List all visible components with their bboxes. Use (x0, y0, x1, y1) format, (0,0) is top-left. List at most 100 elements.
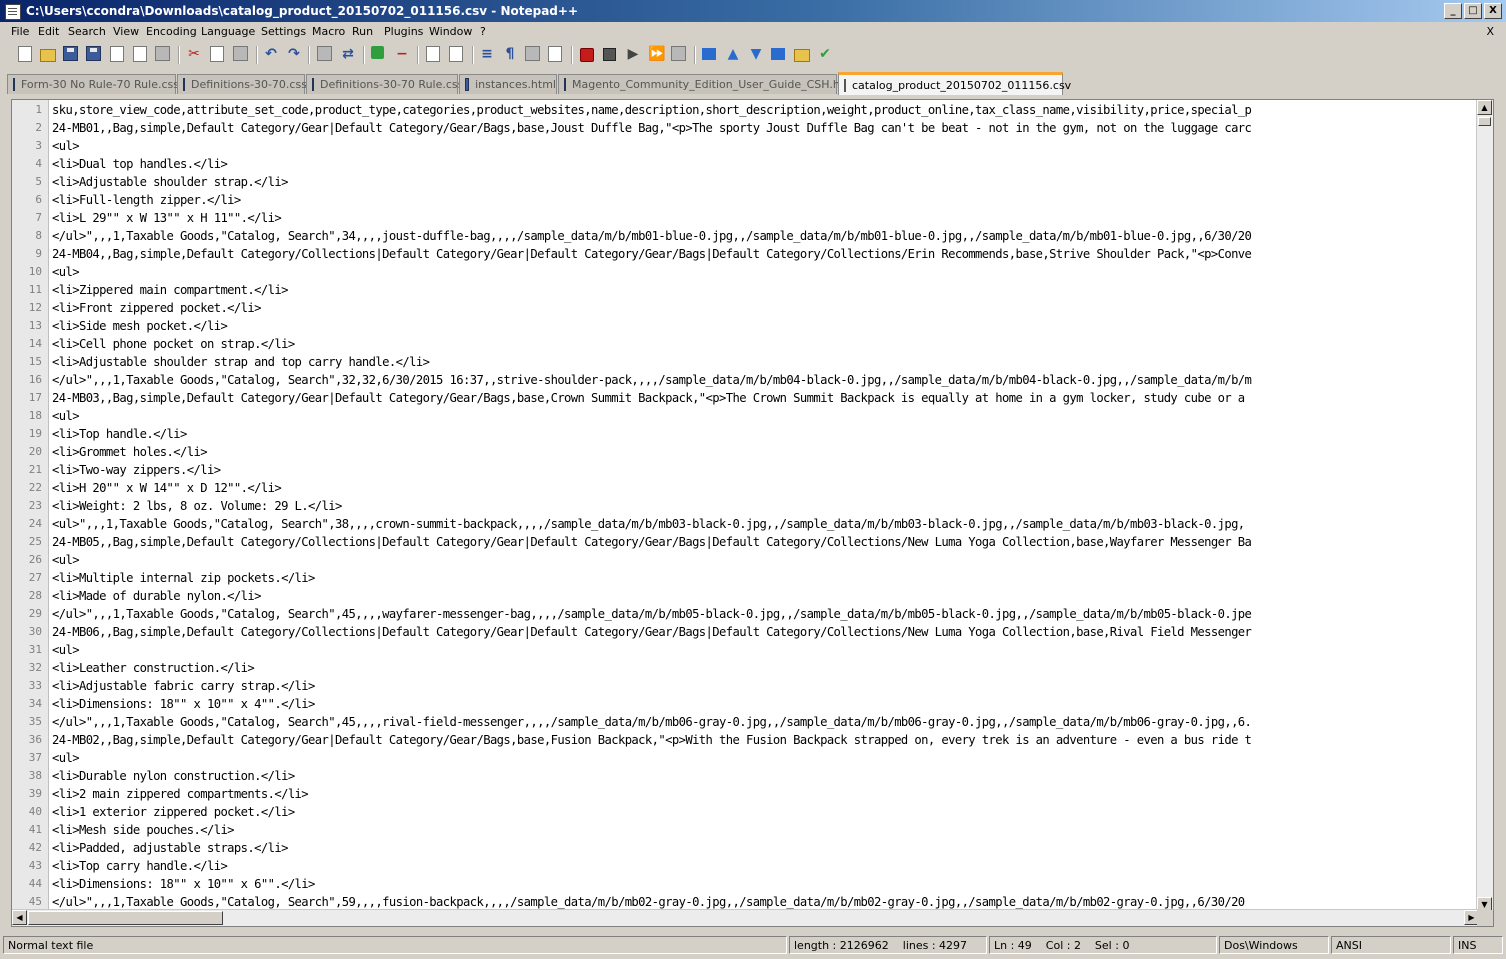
save-icon[interactable] (63, 46, 78, 61)
text-line[interactable]: <li>Leather construction.</li> (52, 659, 255, 677)
status-encoding[interactable]: ANSI (1331, 936, 1451, 954)
menu-run[interactable]: Run (352, 25, 373, 38)
horizontal-scroll-thumb[interactable] (28, 911, 223, 925)
status-eol[interactable]: Dos\Windows (1219, 936, 1329, 954)
text-line[interactable]: <ul> (52, 551, 80, 569)
text-line[interactable]: <li>Dual top handles.</li> (52, 155, 228, 173)
zoom-in-icon[interactable] (371, 46, 384, 59)
text-line[interactable]: </ul>",,,1,Taxable Goods,"Catalog, Searc… (52, 713, 1252, 731)
text-line[interactable]: <ul> (52, 749, 80, 767)
editor-text-area[interactable]: sku,store_view_code,attribute_set_code,p… (52, 100, 1479, 912)
text-line[interactable]: <li>Durable nylon construction.</li> (52, 767, 295, 785)
sync-h-icon[interactable] (449, 46, 463, 62)
tab-catalog-product-csv[interactable]: catalog_product_20150702_011156.csv (838, 72, 1071, 95)
cut-icon[interactable]: ✂ (186, 46, 202, 62)
text-line[interactable]: <li>Dimensions: 18"" x 10"" x 4"".</li> (52, 695, 315, 713)
redo-icon[interactable]: ↷ (286, 46, 302, 62)
text-line[interactable]: 24-MB05,,Bag,simple,Default Category/Col… (52, 533, 1252, 551)
text-line[interactable]: <li>Dimensions: 18"" x 10"" x 6"".</li> (52, 875, 315, 893)
text-line[interactable]: 24-MB01,,Bag,simple,Default Category/Gea… (52, 119, 1252, 137)
text-line[interactable]: <li>Adjustable shoulder strap and top ca… (52, 353, 430, 371)
save-macro-icon[interactable] (671, 46, 686, 61)
open-file-icon[interactable] (40, 49, 56, 62)
text-line[interactable]: <li>Adjustable shoulder strap.</li> (52, 173, 288, 191)
tab-definitions-30-70-css[interactable]: Definitions-30-70.css (177, 74, 307, 94)
scroll-up-icon[interactable]: ▲ (1477, 100, 1492, 115)
text-line[interactable]: <li>Mesh side pouches.</li> (52, 821, 235, 839)
text-line[interactable]: <li>Top handle.</li> (52, 425, 187, 443)
text-line[interactable]: <li>Two-way zippers.</li> (52, 461, 221, 479)
text-line[interactable]: 24-MB03,,Bag,simple,Default Category/Gea… (52, 389, 1245, 407)
text-line[interactable]: <ul> (52, 407, 80, 425)
menu-window[interactable]: Window (429, 25, 472, 38)
menu-search[interactable]: Search (68, 25, 106, 38)
indent-guide-icon[interactable] (525, 46, 540, 61)
tab-magento-user-guide-csh-html[interactable]: Magento_Community_Edition_User_Guide_CSH… (558, 74, 858, 94)
text-line[interactable]: <li>Grommet holes.</li> (52, 443, 208, 461)
text-line[interactable]: <li>Zippered main compartment.</li> (52, 281, 288, 299)
text-line[interactable]: <li>2 main zippered compartments.</li> (52, 785, 309, 803)
find-icon[interactable] (317, 46, 332, 61)
text-line[interactable]: <li>H 20"" x W 14"" x D 12"".</li> (52, 479, 282, 497)
show-all-chars-icon[interactable]: ¶ (502, 46, 518, 62)
menu-file[interactable]: File (11, 25, 29, 38)
text-line[interactable]: 24-MB06,,Bag,simple,Default Category/Col… (52, 623, 1252, 641)
notepadpp-app-icon[interactable] (5, 4, 21, 20)
text-line[interactable]: <li>Made of durable nylon.</li> (52, 587, 261, 605)
text-line[interactable]: <ul>",,,1,Taxable Goods,"Catalog, Search… (52, 515, 1245, 533)
play-macro-icon[interactable]: ▶ (625, 46, 641, 62)
text-line[interactable]: <li>Weight: 2 lbs, 8 oz. Volume: 29 L.</… (52, 497, 342, 515)
compare-icon[interactable] (771, 48, 785, 60)
tab-form-30-no-rule-70-rule-css[interactable]: Form-30 No Rule-70 Rule.css (7, 74, 179, 94)
scroll-left-icon[interactable]: ◀ (12, 910, 27, 925)
text-line[interactable]: </ul>",,,1,Taxable Goods,"Catalog, Searc… (52, 227, 1252, 245)
text-line[interactable]: </ul>",,,1,Taxable Goods,"Catalog, Searc… (52, 371, 1252, 389)
move-up-icon[interactable]: ▲ (725, 46, 741, 62)
play-multiple-icon[interactable]: ⏩ (648, 46, 665, 62)
text-line[interactable]: <li>L 29"" x W 13"" x H 11"".</li> (52, 209, 282, 227)
tab-instances-html[interactable]: instances.html (459, 74, 557, 94)
vertical-scroll-thumb[interactable] (1478, 117, 1491, 126)
text-line[interactable]: 24-MB04,,Bag,simple,Default Category/Col… (52, 245, 1252, 263)
minimize-button[interactable]: _ (1444, 3, 1462, 19)
text-line[interactable]: <li>Top carry handle.</li> (52, 857, 228, 875)
menu-plugins[interactable]: Plugins (384, 25, 423, 38)
menu-language[interactable]: Language (201, 25, 255, 38)
move-down-icon[interactable]: ▼ (748, 46, 764, 62)
menu-view[interactable]: View (113, 25, 139, 38)
text-line[interactable]: 24-MB02,,Bag,simple,Default Category/Gea… (52, 731, 1252, 749)
record-macro-icon[interactable] (580, 48, 594, 62)
text-line[interactable]: sku,store_view_code,attribute_set_code,p… (52, 101, 1252, 119)
text-line[interactable]: <ul> (52, 263, 80, 281)
text-line[interactable]: <li>Full-length zipper.</li> (52, 191, 241, 209)
save-all-icon[interactable] (86, 46, 101, 61)
copy-icon[interactable] (210, 46, 224, 62)
fold-all-icon[interactable] (702, 48, 716, 60)
status-insert-mode[interactable]: INS (1453, 936, 1503, 954)
text-line[interactable]: <li>Multiple internal zip pockets.</li> (52, 569, 315, 587)
close-icon[interactable] (110, 46, 124, 62)
text-line[interactable]: <li>Side mesh pocket.</li> (52, 317, 228, 335)
menu-encoding[interactable]: Encoding (146, 25, 197, 38)
word-wrap-icon[interactable]: ≡ (479, 46, 495, 62)
replace-icon[interactable]: ⇄ (340, 46, 356, 62)
close-all-icon[interactable] (133, 46, 147, 62)
close-button[interactable]: X (1484, 3, 1502, 19)
vertical-scrollbar[interactable]: ▲ ▼ (1476, 100, 1493, 912)
stop-record-icon[interactable] (603, 48, 616, 61)
text-line[interactable]: <li>1 exterior zippered pocket.</li> (52, 803, 295, 821)
menu-macro[interactable]: Macro (312, 25, 345, 38)
menu-edit[interactable]: Edit (38, 25, 59, 38)
text-line[interactable]: </ul>",,,1,Taxable Goods,"Catalog, Searc… (52, 605, 1252, 623)
text-line[interactable]: <li>Front zippered pocket.</li> (52, 299, 261, 317)
undo-icon[interactable]: ↶ (263, 46, 279, 62)
tab-definitions-30-70-rule-css[interactable]: Definitions-30-70 Rule.css (306, 74, 463, 94)
text-line[interactable]: <li>Cell phone pocket on strap.</li> (52, 335, 295, 353)
restore-button[interactable]: □ (1464, 3, 1482, 19)
zoom-out-icon[interactable]: − (394, 46, 410, 62)
close-document-button[interactable]: X (1486, 25, 1494, 38)
text-line[interactable]: <li>Padded, adjustable straps.</li> (52, 839, 288, 857)
new-file-icon[interactable] (18, 46, 32, 62)
text-editor[interactable]: 1 2 3 4 5 6 7 8 9 10 11 12 13 14 15 16 17 18 19 20 21 22 23 24 2… (11, 99, 1494, 927)
text-line[interactable]: <li>Adjustable fabric carry strap.</li> (52, 677, 315, 695)
